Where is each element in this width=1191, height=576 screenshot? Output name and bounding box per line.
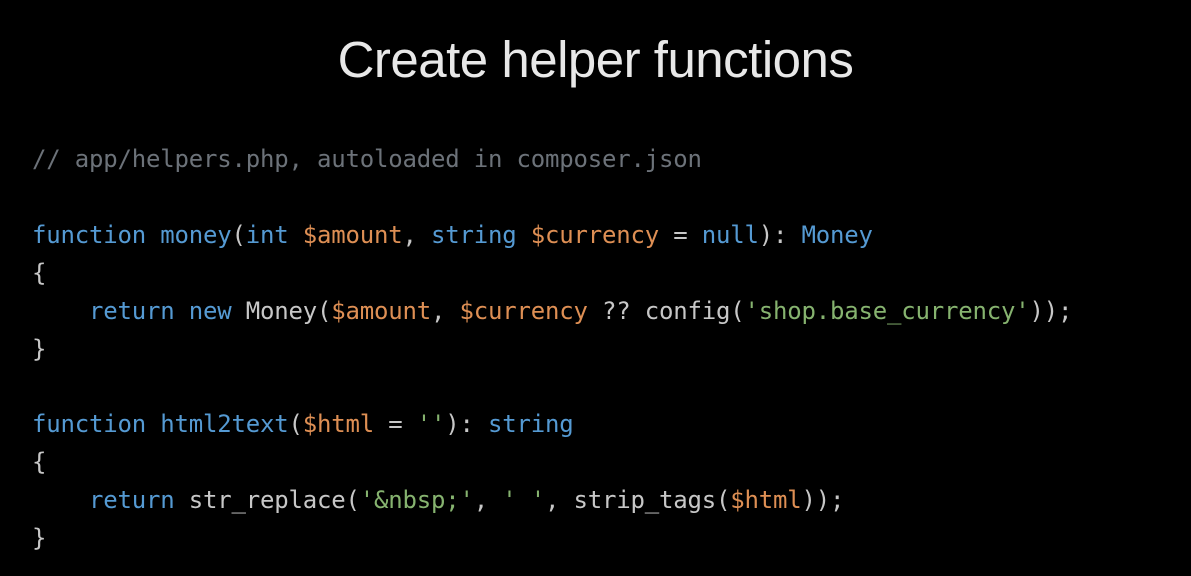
keyword-function: function <box>32 410 146 438</box>
keyword-new: new <box>189 297 232 325</box>
var-amount: $amount <box>331 297 431 325</box>
null-coalesce: ?? <box>588 297 645 325</box>
comma: , <box>474 486 503 514</box>
keyword-function: function <box>32 221 146 249</box>
brace: { <box>32 259 46 287</box>
string-literal: '&nbsp;' <box>360 486 474 514</box>
code-comment: // app/helpers.php, autoloaded in compos… <box>32 145 702 173</box>
var-html: $html <box>303 410 374 438</box>
type-string: string <box>431 221 517 249</box>
paren: ) <box>1030 297 1044 325</box>
paren: ( <box>289 410 303 438</box>
return-type-money: Money <box>802 221 873 249</box>
return-type-string: string <box>488 410 574 438</box>
var-currency: $currency <box>531 221 659 249</box>
semicolon: ; <box>830 486 844 514</box>
paren: ( <box>716 486 730 514</box>
brace: { <box>32 448 46 476</box>
class-money: Money <box>246 297 317 325</box>
string-literal: 'shop.base_currency' <box>745 297 1030 325</box>
paren: ) <box>816 486 830 514</box>
brace: } <box>32 335 46 363</box>
colon: : <box>460 410 489 438</box>
paren: ( <box>232 221 246 249</box>
string-literal: ' ' <box>502 486 545 514</box>
var-currency: $currency <box>460 297 588 325</box>
equals: = <box>659 221 702 249</box>
comma: , <box>403 221 432 249</box>
semicolon: ; <box>1058 297 1072 325</box>
function-name-html2text: html2text <box>160 410 288 438</box>
var-amount: $amount <box>303 221 403 249</box>
paren: ( <box>730 297 744 325</box>
brace: } <box>32 524 46 552</box>
function-name-money: money <box>160 221 231 249</box>
keyword-return: return <box>89 486 175 514</box>
paren: ) <box>759 221 773 249</box>
comma: , <box>431 297 460 325</box>
null-literal: null <box>702 221 759 249</box>
type-int: int <box>246 221 289 249</box>
paren: ) <box>445 410 459 438</box>
slide: Create helper functions // app/helpers.p… <box>0 0 1191 576</box>
indent <box>32 486 89 514</box>
paren: ( <box>317 297 331 325</box>
code-block: // app/helpers.php, autoloaded in compos… <box>32 141 1159 558</box>
paren: ( <box>346 486 360 514</box>
fn-config: config <box>645 297 731 325</box>
comma: , <box>545 486 574 514</box>
keyword-return: return <box>89 297 175 325</box>
string-literal: '' <box>417 410 446 438</box>
paren: ) <box>1044 297 1058 325</box>
fn-strip-tags: strip_tags <box>574 486 717 514</box>
colon: : <box>773 221 802 249</box>
var-html: $html <box>730 486 801 514</box>
paren: ) <box>802 486 816 514</box>
equals: = <box>374 410 417 438</box>
indent <box>32 297 89 325</box>
slide-title: Create helper functions <box>32 30 1159 89</box>
fn-str-replace: str_replace <box>189 486 346 514</box>
